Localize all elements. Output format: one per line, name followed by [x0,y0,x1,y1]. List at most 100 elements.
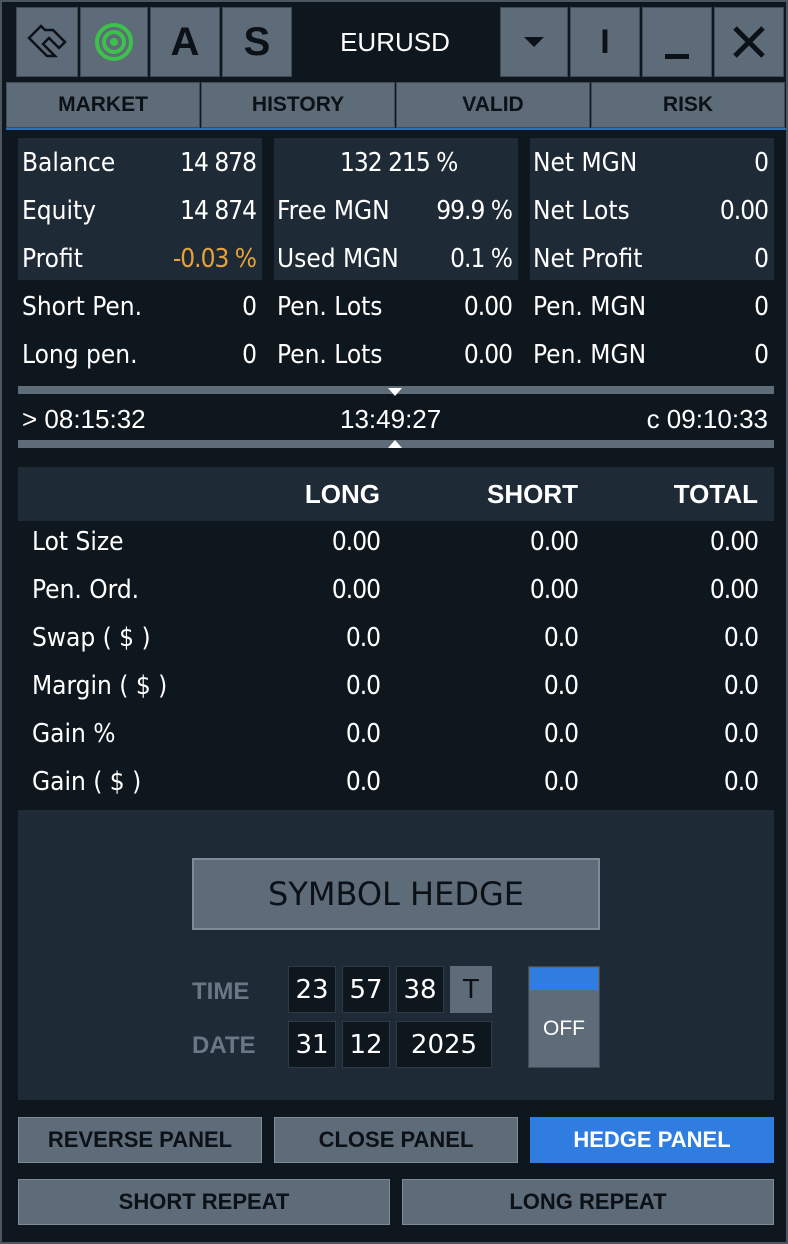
short-pen-mgn-label: Pen. MGN [533,292,647,322]
chevron-down-icon [524,37,544,47]
long-pending-label: Long pen. [22,340,138,370]
symbol-dropdown-button[interactable] [500,7,568,77]
profit-label: Profit [22,244,83,274]
short-pending-value: 0 [242,292,257,322]
toggle-indicator [530,968,598,990]
row-short: 0.0 [543,719,579,749]
row-total: 0.00 [709,527,759,557]
info-button[interactable]: I [570,7,640,77]
tab-risk[interactable]: RISK [591,82,785,128]
long-repeat-button[interactable]: LONG REPEAT [402,1179,774,1225]
i-button-label: I [600,22,610,61]
header-long: LONG [304,479,380,509]
trade-panel-window: A S EURUSD I MARKET HISTORY VALID RISK B… [0,0,788,1244]
equity-label: Equity [22,196,96,226]
header-total: TOTAL [673,479,758,509]
long-pen-lots-label: Pen. Lots [277,340,383,370]
toggle-label: OFF [543,1017,585,1040]
short-repeat-button[interactable]: SHORT REPEAT [18,1179,390,1225]
close-button[interactable] [714,7,784,77]
tab-history[interactable]: HISTORY [201,82,395,128]
hedge-toggle[interactable]: OFF [528,966,600,1068]
close-panel-button[interactable]: CLOSE PANEL [274,1117,518,1163]
net-mgn-label: Net MGN [533,148,638,178]
short-pen-mgn-value: 0 [754,292,769,322]
row-label: Lot Size [32,527,124,557]
row-total: 0.0 [723,719,759,749]
free-mgn-label: Free MGN [277,196,390,226]
short-pending-label: Short Pen. [22,292,143,322]
current-time: 13:49:27 [340,404,442,434]
hedge-panel-button[interactable]: HEDGE PANEL [530,1117,774,1163]
slider-handle-down-icon[interactable] [388,388,402,396]
row-label: Gain % [32,719,116,749]
header-short: SHORT [487,479,578,509]
session-open-time: > 08:15:32 [22,404,146,434]
net-lots-value: 0.00 [719,196,769,226]
day-field[interactable]: 31 [288,1021,336,1068]
equity-value: 14 874 [180,196,257,226]
long-pen-mgn-value: 0 [754,340,769,370]
row-label: Pen. Ord. [32,575,140,605]
net-lots-label: Net Lots [533,196,630,226]
long-pen-lots-value: 0.00 [463,340,513,370]
row-long: 0.00 [331,575,381,605]
year-field[interactable]: 2025 [396,1021,492,1068]
arrow-back-icon [27,24,67,58]
s-button[interactable]: S [222,7,292,77]
row-total: 0.0 [723,623,759,653]
long-pen-mgn-label: Pen. MGN [533,340,647,370]
used-mgn-label: Used MGN [277,244,399,274]
time-label: TIME [192,978,250,1005]
symbol-hedge-button[interactable]: SYMBOL HEDGE [192,858,600,930]
row-long: 0.0 [345,671,381,701]
balance-label: Balance [22,148,116,178]
profit-value: -0.03 % [172,244,257,274]
tab-market[interactable]: MARKET [6,82,200,128]
hour-field[interactable]: 23 [288,966,336,1013]
row-short: 0.00 [529,575,579,605]
time-now-button[interactable]: T [450,966,492,1013]
margin-level-value: 132 215 % [340,148,458,178]
tab-underline [6,128,786,130]
row-label: Gain ( $ ) [32,767,142,797]
balance-value: 14 878 [180,148,257,178]
row-short: 0.0 [543,767,579,797]
row-short: 0.0 [543,623,579,653]
row-label: Margin ( $ ) [32,671,168,701]
short-pen-lots-label: Pen. Lots [277,292,383,322]
row-long: 0.0 [345,767,381,797]
net-mgn-value: 0 [754,148,769,178]
symbol-display[interactable]: EURUSD [294,7,496,77]
a-button[interactable]: A [150,7,220,77]
symbol-name: EURUSD [340,26,450,57]
session-close-time: c 09:10:33 [646,404,768,434]
row-long: 0.0 [345,623,381,653]
month-field[interactable]: 12 [342,1021,390,1068]
row-long: 0.00 [331,527,381,557]
target-button[interactable] [80,7,148,77]
row-short: 0.0 [543,671,579,701]
minimize-icon [665,54,689,59]
target-icon [95,23,133,61]
date-label: DATE [192,1032,256,1059]
slider-handle-up-icon[interactable] [388,440,402,448]
row-label: Swap ( $ ) [32,623,151,653]
long-pending-value: 0 [242,340,257,370]
s-button-label: S [243,19,271,64]
row-total: 0.00 [709,575,759,605]
row-total: 0.0 [723,671,759,701]
reverse-panel-button[interactable]: REVERSE PANEL [18,1117,262,1163]
tab-valid[interactable]: VALID [396,82,590,128]
collapse-button[interactable] [16,7,78,77]
free-mgn-value: 99.9 % [436,196,513,226]
minute-field[interactable]: 57 [342,966,390,1013]
a-button-label: A [170,19,200,64]
table-header [18,467,774,521]
used-mgn-value: 0.1 % [450,244,513,274]
row-total: 0.0 [723,767,759,797]
second-field[interactable]: 38 [396,966,444,1013]
short-pen-lots-value: 0.00 [463,292,513,322]
net-profit-label: Net Profit [533,244,643,274]
minimize-button[interactable] [642,7,712,77]
